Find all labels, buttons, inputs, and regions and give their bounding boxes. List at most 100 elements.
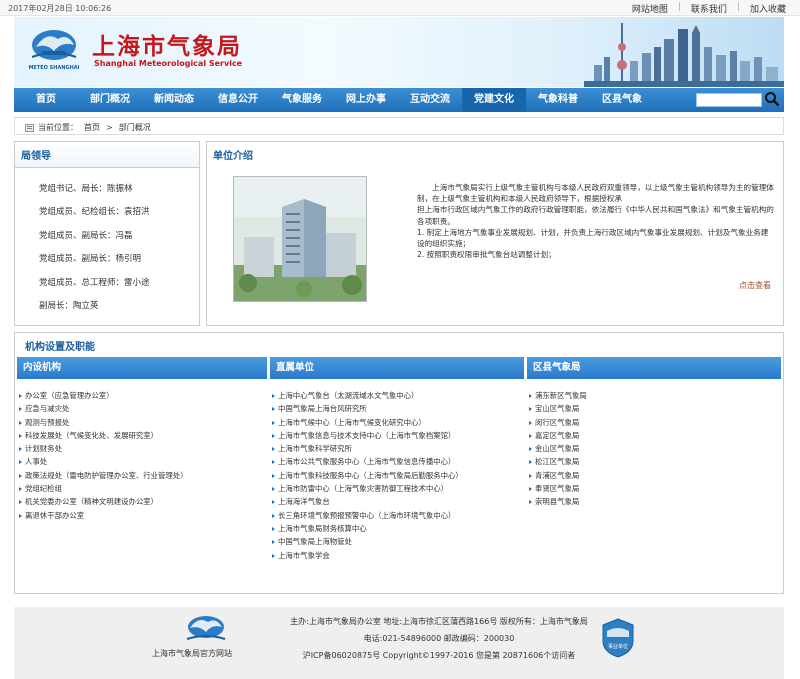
- org-link[interactable]: 上海市气象科学研究所: [278, 444, 352, 453]
- direct-units-column: 直属单位 上海中心气象台（太湖流域水文气象中心） 中国气象局上海台风研究所 上海…: [270, 357, 524, 587]
- org-link[interactable]: 机关党委办公室（精神文明建设办公室）: [25, 497, 158, 506]
- footer-info: 主办:上海市气象局办公室 地址:上海市徐汇区蒲西路166号 版权所有：上海市气象…: [254, 613, 624, 664]
- org-link[interactable]: 松江区气象局: [535, 457, 579, 466]
- nav-district[interactable]: 区县气象: [590, 88, 654, 112]
- intro-panel: 单位介绍 上海市气象局实行上级气象主管机构与本级人民政府双重领导，以上级气象主管…: [206, 141, 784, 326]
- org-link[interactable]: 上海市防雷中心（上海气象灾害防御工程技术中心）: [278, 484, 448, 493]
- nav-home[interactable]: 首页: [14, 88, 78, 112]
- site-title: 上海市气象局: [92, 33, 242, 60]
- leader-item: 党组书记、局长：陈振林: [39, 184, 133, 194]
- org-link[interactable]: 上海海洋气象台: [278, 497, 330, 506]
- org-link[interactable]: 办公室（应急管理办公室）: [25, 391, 114, 400]
- footer-logo-icon: [186, 616, 226, 640]
- org-link[interactable]: 浦东新区气象局: [535, 391, 587, 400]
- badge-label: 事业单位: [608, 643, 628, 650]
- contact-link[interactable]: 联系我们: [691, 2, 727, 15]
- org-link[interactable]: 上海市气象科技服务中心（上海市气象局后勤服务中心）: [278, 471, 463, 480]
- org-link[interactable]: 中国气象局上海台风研究所: [278, 404, 367, 413]
- org-link[interactable]: 人事处: [25, 457, 47, 466]
- search-input[interactable]: [696, 93, 762, 107]
- column-title: 内设机构: [17, 357, 267, 379]
- intro-paragraph: 2. 按照职责权限审批气象台站调整计划；: [417, 250, 556, 260]
- column-title: 区县气象局: [527, 357, 781, 379]
- footer: 上海市气象局官方网站 主办:上海市气象局办公室 地址:上海市徐汇区蒲西路166号…: [14, 607, 784, 679]
- org-link[interactable]: 上海市气象学会: [278, 551, 330, 560]
- intro-paragraph: 上海市气象局实行上级气象主管机构与本级人民政府双重领导，以上级气象主管机构领导为…: [417, 183, 774, 204]
- leaders-panel: 局领导 党组书记、局长：陈振林 党组成员、纪检组长：袁招洪 党组成员、副局长：冯…: [14, 141, 200, 326]
- top-bar: 2017年02月28日 10:06:26 网站地图 | 联系我们 | 加入收藏: [0, 0, 800, 16]
- skyline-image: [584, 23, 784, 87]
- breadcrumb-separator: >: [106, 123, 113, 132]
- org-link[interactable]: 应急与减灾处: [25, 404, 69, 413]
- separator: |: [736, 2, 740, 12]
- nav-online-service[interactable]: 网上办事: [334, 88, 398, 112]
- org-link[interactable]: 计划财务处: [25, 444, 62, 453]
- internal-column: 内设机构 办公室（应急管理办公室） 应急与减灾处 观测与预报处 科技发展处（气候…: [17, 357, 267, 587]
- search-icon[interactable]: [764, 91, 780, 107]
- org-panel: 机构设置及职能 内设机构 办公室（应急管理办公室） 应急与减灾处 观测与预报处 …: [14, 332, 784, 594]
- footer-line: 主办:上海市气象局办公室 地址:上海市徐汇区蒲西路166号 版权所有：上海市气象…: [290, 617, 588, 626]
- column-title: 直属单位: [270, 357, 524, 379]
- intro-text: 上海市气象局实行上级气象主管机构与本级人民政府双重领导，以上级气象主管机构领导为…: [417, 182, 775, 260]
- footer-line: 电话:021-54896000 邮政编码：200030: [363, 634, 515, 643]
- org-link[interactable]: 金山区气象局: [535, 444, 579, 453]
- org-link[interactable]: 观测与预报处: [25, 418, 69, 427]
- site-subtitle: Shanghai Meteorological Service: [94, 59, 243, 68]
- nav-science[interactable]: 气象科普: [526, 88, 590, 112]
- intro-title: 单位介绍: [213, 151, 253, 162]
- breadcrumb: 当前位置： 首页 > 部门概况: [25, 122, 151, 133]
- breadcrumb-bar: 当前位置： 首页 > 部门概况: [14, 117, 784, 135]
- leader-item: 党组成员、总工程师：雷小途: [39, 277, 150, 288]
- nav-weather-service[interactable]: 气象服务: [270, 88, 334, 112]
- location-icon: [25, 123, 34, 132]
- nav-info-public[interactable]: 信息公开: [206, 88, 270, 112]
- org-link[interactable]: 上海市气候中心（上海市气候变化研究中心）: [278, 418, 426, 427]
- nav-department[interactable]: 部门概况: [78, 88, 142, 112]
- org-link[interactable]: 崇明县气象局: [535, 497, 579, 506]
- breadcrumb-department[interactable]: 部门概况: [119, 122, 151, 133]
- intro-paragraph: 担上海市行政区域内气象工作的政府行政管理职能，依法履行《中华人民共和国气象法》和…: [417, 205, 774, 226]
- main-nav: 首页 部门概况 新闻动态 信息公开 气象服务 网上办事 互动交流 党建文化 气象…: [14, 88, 784, 112]
- org-link[interactable]: 离退休干部办公室: [25, 511, 84, 520]
- org-link[interactable]: 嘉定区气象局: [535, 431, 579, 440]
- org-link[interactable]: 长三角环境气象预报预警中心（上海市环境气象中心）: [278, 511, 455, 520]
- leader-item: 党组成员、副局长：冯磊: [39, 230, 133, 241]
- meteo-logo-icon[interactable]: METEO SHANGHAI: [28, 25, 80, 73]
- public-institution-badge-icon[interactable]: 事业单位: [600, 617, 636, 659]
- org-link[interactable]: 上海市公共气象服务中心（上海市气象信息传播中心）: [278, 457, 455, 466]
- separator: |: [677, 2, 681, 12]
- top-links: 网站地图 | 联系我们 | 加入收藏: [632, 2, 786, 15]
- logo-text: METEO SHANGHAI: [28, 65, 79, 71]
- footer-site-name: 上海市气象局官方网站: [152, 649, 232, 658]
- org-title: 机构设置及职能: [25, 342, 95, 353]
- header-banner: METEO SHANGHAI 上海市气象局 Shanghai Meteorolo…: [14, 17, 784, 87]
- org-link[interactable]: 党组纪检组: [25, 484, 62, 493]
- intro-paragraph: 1. 制定上海地方气象事业发展规划、计划，并负责上海行政区域内气象事业发展规划、…: [417, 227, 769, 249]
- org-link[interactable]: 政策法规处（雷电防护管理办公室、行业管理处）: [25, 471, 188, 480]
- nav-interaction[interactable]: 互动交流: [398, 88, 462, 112]
- breadcrumb-home[interactable]: 首页: [84, 122, 100, 133]
- org-link[interactable]: 科技发展处（气候变化处、发展研究室）: [25, 431, 158, 440]
- org-link[interactable]: 奉贤区气象局: [535, 484, 579, 493]
- org-link[interactable]: 宝山区气象局: [535, 404, 579, 413]
- sitemap-link[interactable]: 网站地图: [632, 2, 668, 15]
- leader-item: 党组成员、纪检组长：袁招洪: [39, 207, 150, 218]
- org-link[interactable]: 上海中心气象台（太湖流域水文气象中心）: [278, 391, 418, 400]
- leader-item: 党组成员、副局长：杨引明: [39, 254, 142, 265]
- breadcrumb-prefix: 当前位置：: [38, 123, 78, 132]
- org-link[interactable]: 上海市气象局财务核算中心: [278, 524, 367, 533]
- building-image: [233, 176, 367, 302]
- district-column: 区县气象局 浦东新区气象局 宝山区气象局 闵行区气象局 嘉定区气象局 金山区气象…: [527, 357, 781, 587]
- footer-line: 沪ICP备06020875号 Copyright©1997-2016 您是第 2…: [302, 651, 576, 660]
- add-favorite-link[interactable]: 加入收藏: [750, 2, 786, 15]
- org-link[interactable]: 闵行区气象局: [535, 418, 579, 427]
- org-link[interactable]: 中国气象局上海物管处: [278, 537, 352, 546]
- nav-party-culture[interactable]: 党建文化: [462, 88, 526, 112]
- nav-news[interactable]: 新闻动态: [142, 88, 206, 112]
- leader-item: 副局长：陶立英: [39, 300, 99, 311]
- org-link[interactable]: 上海市气象信息与技术支持中心（上海市气象档案馆）: [278, 431, 455, 440]
- current-datetime: 2017年02月28日 10:06:26: [8, 4, 112, 13]
- more-link[interactable]: 点击查看: [739, 280, 771, 291]
- leaders-title: 局领导: [15, 142, 199, 168]
- org-link[interactable]: 青浦区气象局: [535, 471, 579, 480]
